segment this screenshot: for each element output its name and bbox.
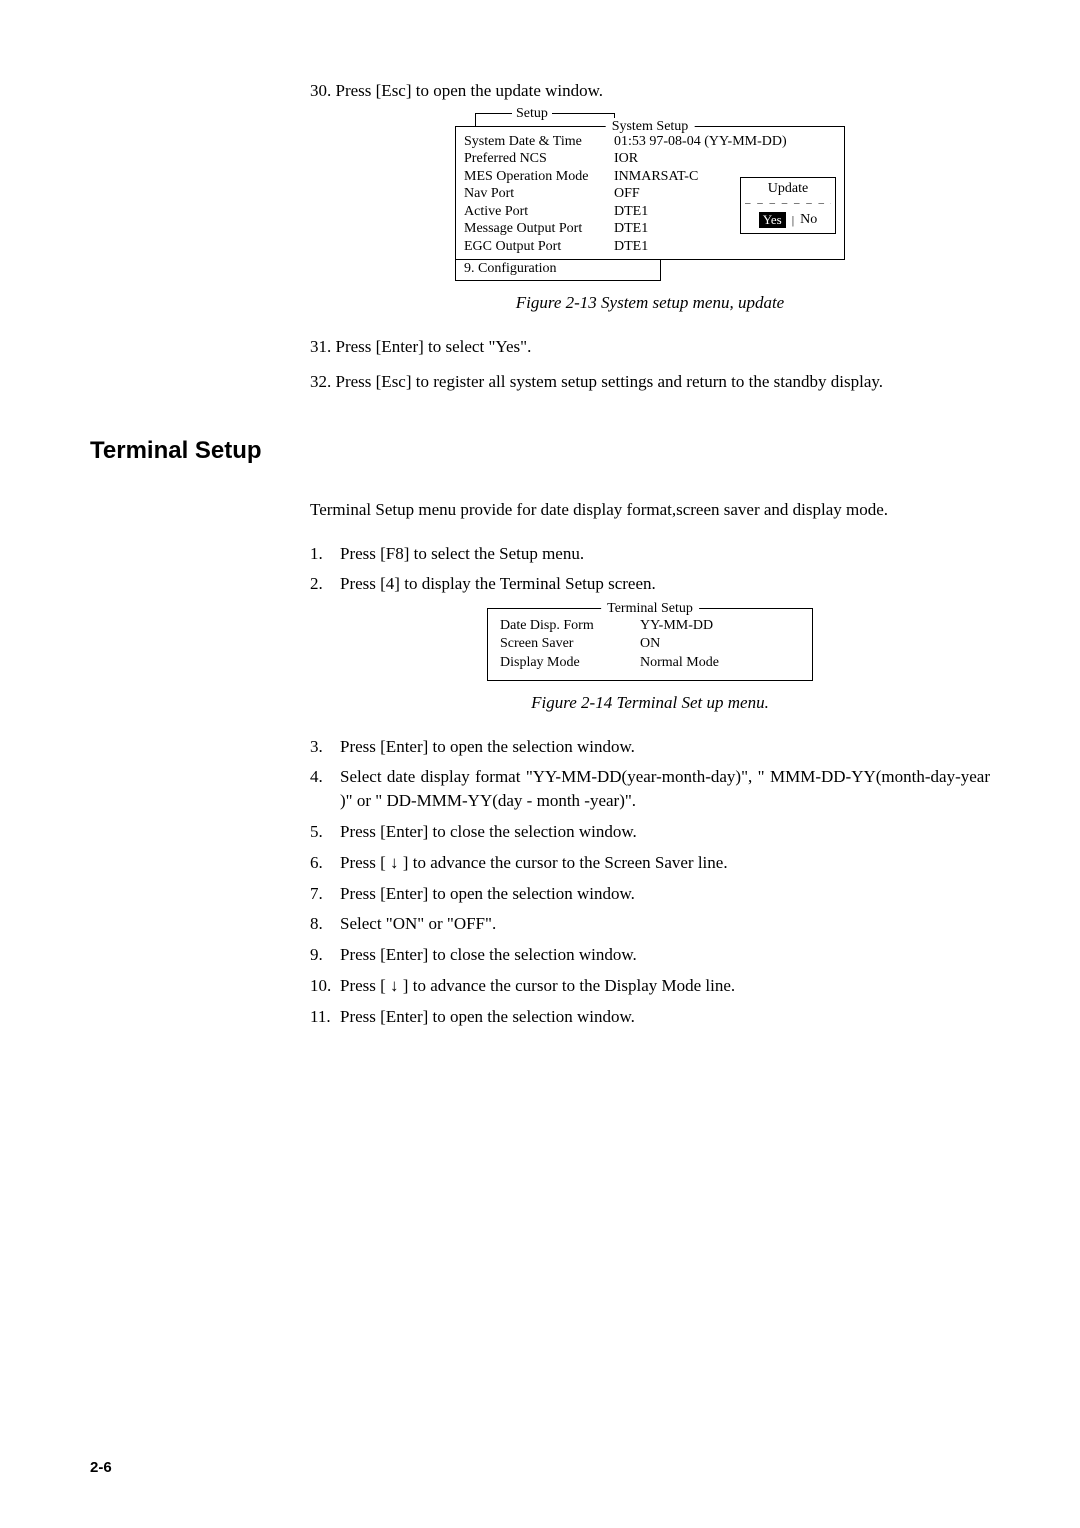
list-num: 7. <box>310 882 340 906</box>
ss-key: EGC Output Port <box>464 238 614 256</box>
term-key: Display Mode <box>500 654 640 672</box>
terminal-setup-title: Terminal Setup <box>601 600 699 618</box>
ss-key: MES Operation Mode <box>464 168 614 186</box>
list-item: 2.Press [4] to display the Terminal Setu… <box>310 572 990 596</box>
list-text: Press [Enter] to open the selection wind… <box>340 882 990 906</box>
term-val: Normal Mode <box>640 654 719 672</box>
list-text: Press [4] to display the Terminal Setup … <box>340 572 990 596</box>
term-key: Date Disp. Form <box>500 617 640 635</box>
setup-outer-box: Setup <box>475 113 615 126</box>
update-dialog: Update – – – – – – – – Yes | No <box>740 177 836 234</box>
list-item: 1.Press [F8] to select the Setup menu. <box>310 542 990 566</box>
update-yes-option[interactable]: Yes <box>759 212 786 228</box>
list-num: 10. <box>310 974 340 998</box>
list-num: 11. <box>310 1005 340 1029</box>
ss-key: System Date & Time <box>464 133 614 151</box>
ss-key: Preferred NCS <box>464 150 614 168</box>
configuration-line: 9. Configuration <box>455 260 661 281</box>
steps-list-b: 3.Press [Enter] to open the selection wi… <box>310 735 990 1029</box>
update-divider: – – – – – – – – <box>745 199 831 207</box>
step-31: 31. Press [Enter] to select "Yes". <box>310 335 990 359</box>
list-text: Press [Enter] to close the selection win… <box>340 943 990 967</box>
list-item: 6.Press [ ↓ ] to advance the cursor to t… <box>310 851 990 875</box>
update-no-option[interactable]: No <box>800 211 817 229</box>
term-key: Screen Saver <box>500 635 640 653</box>
list-num: 6. <box>310 851 340 875</box>
list-num: 4. <box>310 765 340 813</box>
system-setup-title: System Setup <box>606 118 695 136</box>
ss-val: 01:53 97-08-04 (YY-MM-DD) <box>614 133 836 151</box>
update-separator-icon: | <box>792 213 794 228</box>
list-item: 4.Select date display format "YY-MM-DD(y… <box>310 765 990 813</box>
list-item: 5.Press [Enter] to close the selection w… <box>310 820 990 844</box>
figure-2-13-caption: Figure 2-13 System setup menu, update <box>310 291 990 315</box>
step-30: 30. Press [Esc] to open the update windo… <box>310 79 990 103</box>
list-text: Select date display format "YY-MM-DD(yea… <box>340 765 990 813</box>
section-heading-terminal-setup: Terminal Setup <box>90 434 990 468</box>
list-num: 1. <box>310 542 340 566</box>
system-setup-box: System Setup System Date & Time01:53 97-… <box>455 126 845 261</box>
list-num: 2. <box>310 572 340 596</box>
step-32: 32. Press [Esc] to register all system s… <box>310 370 990 394</box>
list-text: Press [ ↓ ] to advance the cursor to the… <box>340 974 990 998</box>
list-text: Press [Enter] to open the selection wind… <box>340 735 990 759</box>
figure-2-14-caption: Figure 2-14 Terminal Set up menu. <box>310 691 990 715</box>
steps-list-a: 1.Press [F8] to select the Setup menu. 2… <box>310 542 990 597</box>
list-text: Select "ON" or "OFF". <box>340 912 990 936</box>
ss-val: IOR <box>614 150 836 168</box>
update-title: Update <box>745 180 831 198</box>
term-row: Display ModeNormal Mode <box>500 654 800 672</box>
ss-val: DTE1 <box>614 238 836 256</box>
list-item: 10.Press [ ↓ ] to advance the cursor to … <box>310 974 990 998</box>
list-num: 9. <box>310 943 340 967</box>
terminal-setup-figure: Terminal Setup Date Disp. FormYY-MM-DD S… <box>487 608 813 681</box>
ss-row: System Date & Time01:53 97-08-04 (YY-MM-… <box>464 133 836 151</box>
list-text: Press [Enter] to open the selection wind… <box>340 1005 990 1029</box>
list-text: Press [Enter] to close the selection win… <box>340 820 990 844</box>
list-item: 8.Select "ON" or "OFF". <box>310 912 990 936</box>
ss-key: Message Output Port <box>464 220 614 238</box>
page-number: 2-6 <box>90 1457 112 1478</box>
ss-key: Active Port <box>464 203 614 221</box>
list-num: 5. <box>310 820 340 844</box>
update-options: Yes | No <box>745 211 831 229</box>
list-item: 11.Press [Enter] to open the selection w… <box>310 1005 990 1029</box>
intro-paragraph: Terminal Setup menu provide for date dis… <box>310 498 990 522</box>
ss-row: EGC Output PortDTE1 <box>464 238 836 256</box>
ss-row: Preferred NCSIOR <box>464 150 836 168</box>
list-num: 8. <box>310 912 340 936</box>
list-text: Press [F8] to select the Setup menu. <box>340 542 990 566</box>
list-num: 3. <box>310 735 340 759</box>
term-val: YY-MM-DD <box>640 617 713 635</box>
list-item: 7.Press [Enter] to open the selection wi… <box>310 882 990 906</box>
term-row: Date Disp. FormYY-MM-DD <box>500 617 800 635</box>
system-setup-figure: Setup System Setup System Date & Time01:… <box>455 113 845 281</box>
list-item: 3.Press [Enter] to open the selection wi… <box>310 735 990 759</box>
term-val: ON <box>640 635 660 653</box>
setup-label: Setup <box>512 105 552 123</box>
list-text: Press [ ↓ ] to advance the cursor to the… <box>340 851 990 875</box>
list-item: 9.Press [Enter] to close the selection w… <box>310 943 990 967</box>
term-row: Screen SaverON <box>500 635 800 653</box>
ss-key: Nav Port <box>464 185 614 203</box>
